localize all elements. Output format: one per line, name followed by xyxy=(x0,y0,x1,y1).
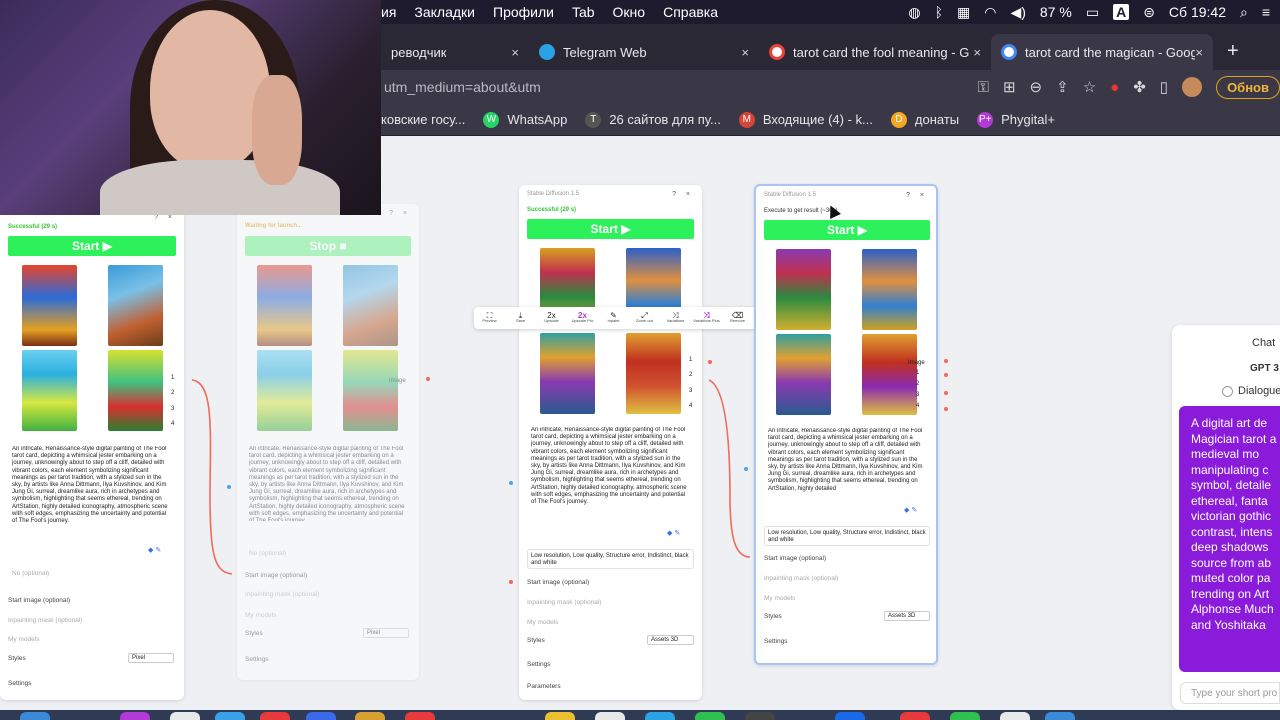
extension-red-icon[interactable]: ● xyxy=(1110,79,1119,96)
battery-percent: 87 % xyxy=(1039,4,1072,20)
share-icon[interactable]: ⇪ xyxy=(1056,78,1069,96)
sidepanel-icon[interactable]: ▯ xyxy=(1160,78,1168,96)
google-icon xyxy=(769,44,785,60)
update-button[interactable]: Обнов xyxy=(1216,75,1280,99)
menu-window[interactable]: Окно xyxy=(613,4,646,20)
bookmark-whatsapp[interactable]: W WhatsApp xyxy=(483,111,568,128)
bookmark-label: Входящие (4) - k... xyxy=(762,112,873,127)
bookmark-label: WhatsApp xyxy=(507,112,568,127)
chat-message: A digital art de Magician tarot a mediev… xyxy=(1179,406,1280,672)
dock-app-icon[interactable] xyxy=(745,712,775,720)
key-icon[interactable]: ⚿ xyxy=(978,79,989,96)
chat-input[interactable]: Type your short pro xyxy=(1180,682,1280,704)
volume-icon[interactable]: ◀) xyxy=(1010,4,1025,21)
translate-icon[interactable]: ⊞ xyxy=(1003,78,1016,96)
close-icon[interactable]: × xyxy=(511,45,519,60)
clock: Сб 19:42 xyxy=(1168,4,1226,20)
bookmark-inbox[interactable]: M Входящие (4) - k... xyxy=(738,111,873,128)
wifi-icon[interactable]: ◠ xyxy=(984,4,996,21)
tab-title: tarot card the magican - Goog xyxy=(1025,44,1196,60)
t-icon: T xyxy=(585,111,602,128)
dock-app-icon[interactable] xyxy=(645,712,675,720)
control-center-icon[interactable]: ⊜ xyxy=(1143,4,1155,21)
bookmark-donations[interactable]: D донаты xyxy=(890,111,960,128)
tab-translator[interactable]: реводчик × xyxy=(381,34,529,70)
notification-icon[interactable]: ≡ xyxy=(1262,4,1270,20)
dock-app-icon[interactable] xyxy=(306,712,336,720)
dock-app-icon[interactable] xyxy=(595,712,625,720)
webcam-torso xyxy=(100,160,340,215)
tab-telegram[interactable]: Telegram Web × xyxy=(529,34,759,70)
dock-app-icon[interactable] xyxy=(215,712,245,720)
phygital-icon: P+ xyxy=(977,111,994,128)
dock-app-icon[interactable] xyxy=(355,712,385,720)
bookmark-gosuslugi[interactable]: ковские госу... xyxy=(381,112,465,127)
extensions-icon[interactable]: ✤ xyxy=(1133,78,1146,96)
dock-app-icon[interactable] xyxy=(405,712,435,720)
tab-fool-meaning[interactable]: tarot card the fool meaning - G × xyxy=(759,34,991,70)
dialogue-toggle[interactable]: Dialogue xyxy=(1222,385,1280,397)
menu-help[interactable]: Справка xyxy=(663,4,718,20)
dock-app-icon[interactable] xyxy=(20,712,50,720)
bookmark-star-icon[interactable]: ☆ xyxy=(1083,78,1096,96)
bookmark-label: Phygital+ xyxy=(1001,112,1055,127)
dock-app-icon[interactable] xyxy=(260,712,290,720)
new-tab-button[interactable]: + xyxy=(1227,40,1239,63)
input-language[interactable]: A xyxy=(1113,4,1130,20)
webcam-hand xyxy=(252,75,302,185)
battery-icon[interactable]: ▭ xyxy=(1086,4,1099,21)
chat-model[interactable]: GPT 3 xyxy=(1250,363,1279,374)
zoom-icon[interactable]: ⊖ xyxy=(1030,78,1043,96)
donation-icon: D xyxy=(890,111,907,128)
dock-app-icon[interactable] xyxy=(120,712,150,720)
dialogue-label: Dialogue xyxy=(1238,385,1280,397)
node-canvas[interactable]: ? × Successful (29 s) Start ▶ 1 2 3 4 An… xyxy=(0,137,1280,710)
connection-line xyxy=(191,379,233,575)
chat-title: Chat xyxy=(1252,337,1276,349)
dock-app-icon[interactable] xyxy=(1045,712,1075,720)
connection-line xyxy=(708,379,751,558)
google-icon xyxy=(1001,44,1017,60)
tab-title: tarot card the fool meaning - G xyxy=(793,44,970,60)
menu-tab[interactable]: Tab xyxy=(572,4,595,20)
chat-panel: Chat GPT 3 Dialogue A digital art de Mag… xyxy=(1172,325,1280,710)
bookmark-label: донаты xyxy=(914,112,960,127)
dock-app-icon[interactable] xyxy=(900,712,930,720)
bookmark-label: 26 сайтов для пу... xyxy=(609,112,721,127)
dock-app-icon[interactable] xyxy=(170,712,200,720)
dock-app-icon[interactable] xyxy=(1000,712,1030,720)
close-icon[interactable]: × xyxy=(973,45,981,60)
menu-profiles[interactable]: Профили xyxy=(493,4,554,20)
profile-avatar[interactable] xyxy=(1182,77,1203,97)
bookmark-26-sites[interactable]: T 26 сайтов для пу... xyxy=(585,111,721,128)
tab-title: реводчик xyxy=(391,44,447,60)
tab-magician[interactable]: tarot card the magican - Goog × xyxy=(991,34,1213,70)
bookmark-label: ковские госу... xyxy=(381,112,466,127)
dock-app-icon[interactable] xyxy=(695,712,725,720)
close-icon[interactable]: × xyxy=(741,45,749,60)
tab-title: Telegram Web xyxy=(563,44,647,60)
creative-cloud-icon[interactable]: ◍ xyxy=(908,4,920,21)
bookmark-phygital[interactable]: P+ Phygital+ xyxy=(977,111,1055,128)
bluetooth-icon[interactable]: ᛒ xyxy=(935,4,943,20)
radio-icon[interactable] xyxy=(1222,385,1233,397)
node-connections xyxy=(191,379,751,575)
menu-bookmarks[interactable]: Закладки xyxy=(414,4,475,20)
spotlight-search-icon[interactable]: ⌕ xyxy=(1240,4,1248,21)
menu-view[interactable]: ия xyxy=(381,4,396,20)
whatsapp-icon: W xyxy=(483,111,500,128)
webcam-overlay xyxy=(0,0,381,215)
dock-app-icon[interactable] xyxy=(835,712,865,720)
close-icon[interactable]: × xyxy=(1195,45,1203,60)
dock-app-icon[interactable] xyxy=(950,712,980,720)
gmail-icon: M xyxy=(738,111,755,128)
dock-app-icon[interactable] xyxy=(545,712,575,720)
telegram-icon xyxy=(539,44,555,60)
keyboard-icon[interactable]: ▦ xyxy=(957,4,970,21)
